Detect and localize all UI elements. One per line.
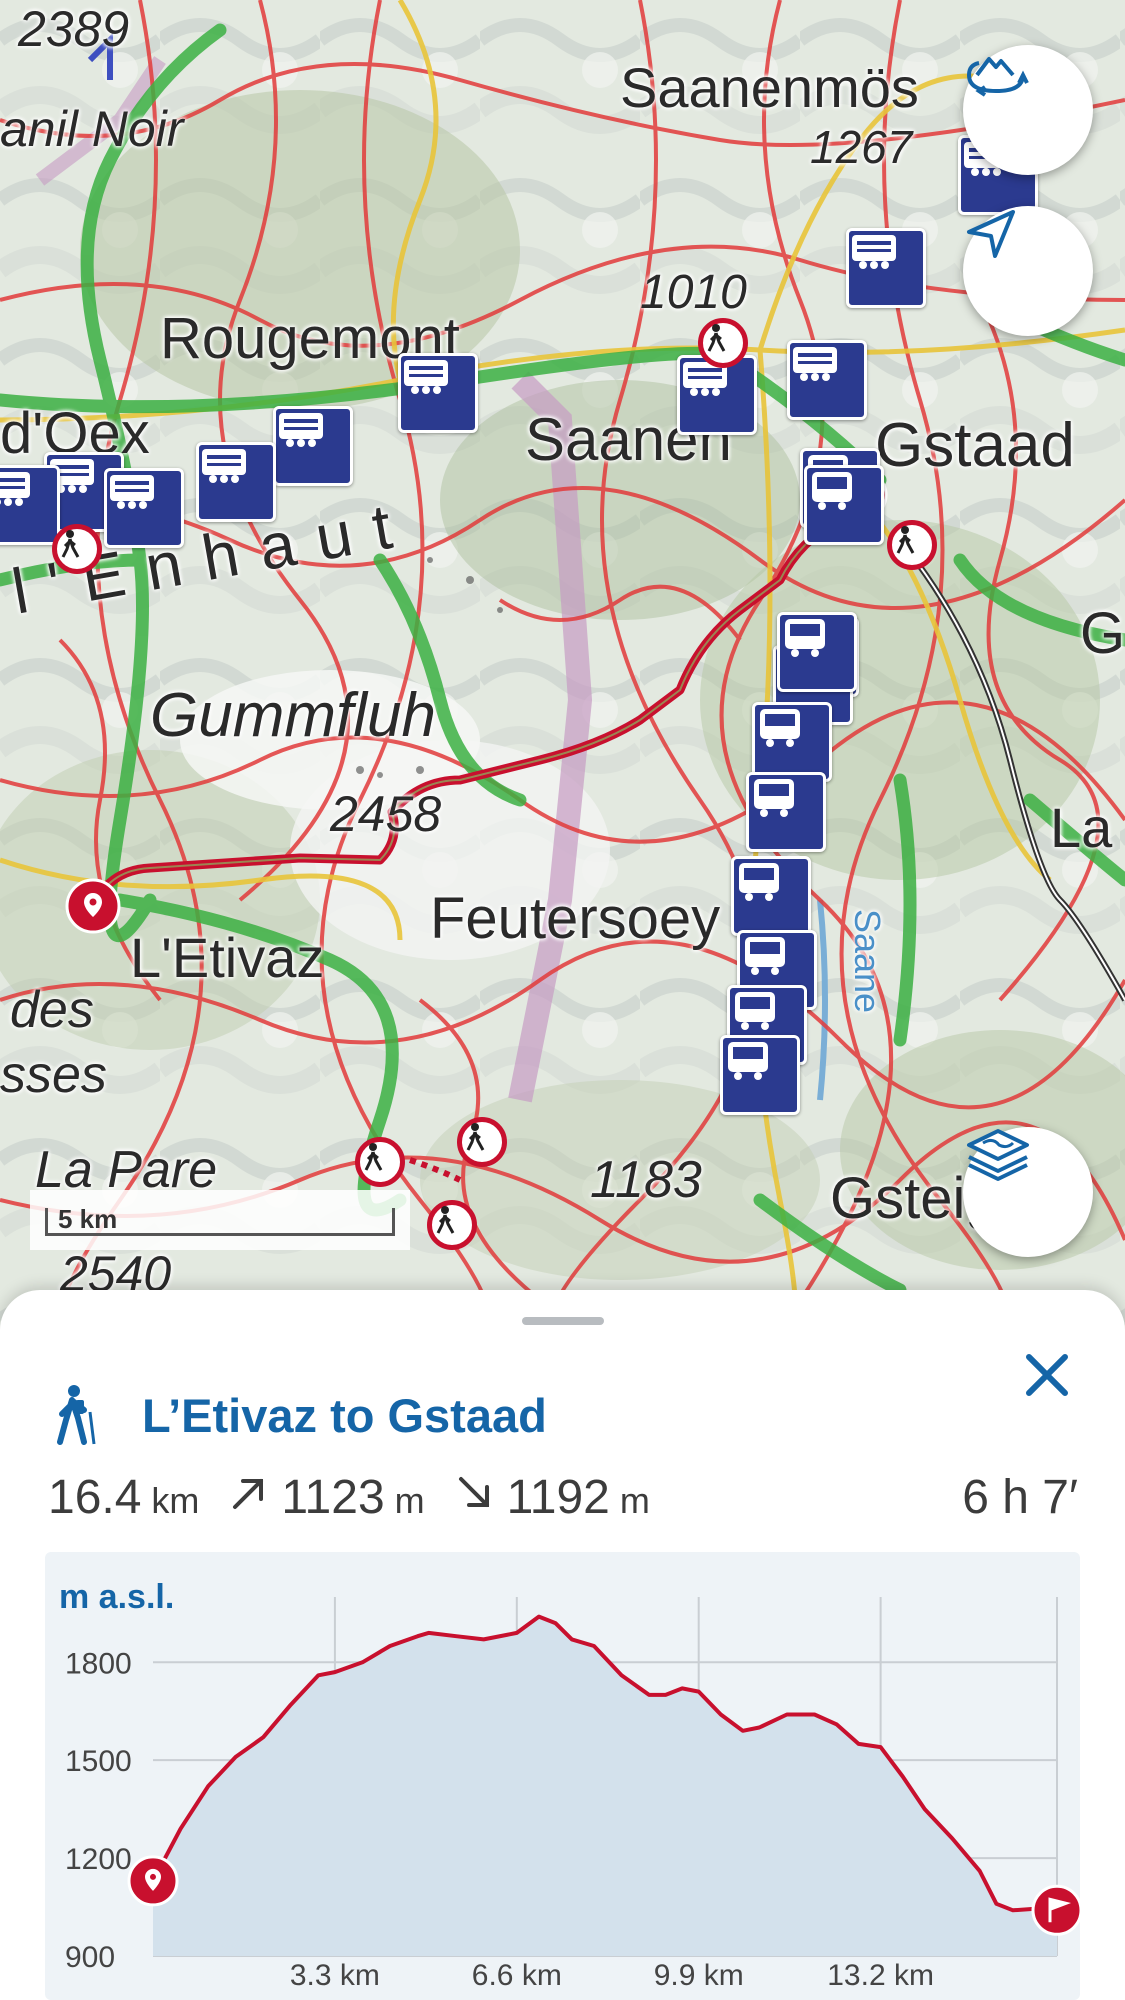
map-label-elevation: 2389	[18, 1, 130, 57]
map-label-elevation: 2458	[330, 786, 442, 842]
map-layers-icon	[967, 1129, 1029, 1181]
duration-value: 6 h 7′	[962, 1471, 1078, 1524]
train-station-icon[interactable]	[273, 406, 353, 486]
profile-end-marker	[1031, 1884, 1080, 1936]
route-header: L’Etivaz to Gstaad	[50, 1370, 547, 1460]
map-label-mountain: Gummfluh	[150, 681, 436, 750]
map-terrain	[0, 0, 1125, 1330]
close-icon	[1026, 1354, 1068, 1396]
location-arrow-icon	[967, 210, 1015, 258]
sheet-drag-handle[interactable]	[522, 1317, 604, 1325]
map-label-elevation: 1267	[810, 121, 913, 173]
map-view[interactable]: 2389 anil Noir Saanenmös 1267 1010 Rouge…	[0, 0, 1125, 1330]
x-tick-label: 6.6 km	[472, 1959, 562, 1992]
hiking-point-icon[interactable]	[427, 1200, 477, 1250]
elevation-area	[153, 1616, 1057, 1956]
distance-value: 16.4	[48, 1471, 142, 1524]
map-label-place: Saanenmös	[620, 56, 919, 119]
y-tick-label: 900	[65, 1941, 115, 1974]
map-label-place: Gstaad	[875, 411, 1075, 480]
ascent-value: 1123	[281, 1471, 385, 1524]
ascent-icon	[229, 1473, 269, 1513]
map-layers-button[interactable]	[963, 1127, 1093, 1257]
train-station-icon[interactable]	[787, 340, 867, 420]
bus-stop-icon[interactable]	[746, 772, 826, 852]
train-station-icon[interactable]	[398, 353, 478, 433]
y-axis-label: m a.s.l.	[59, 1578, 174, 1616]
map-label-river: Saane	[847, 908, 889, 1014]
locate-me-button[interactable]	[963, 206, 1093, 336]
map-label-place: des	[10, 981, 94, 1039]
scale-label: 5 km	[58, 1204, 118, 1234]
terrain-3d-button[interactable]	[963, 45, 1093, 175]
map-scale-bar: 5 km	[30, 1190, 410, 1250]
y-tick-label: 1800	[65, 1647, 132, 1680]
descent-unit: m	[619, 1480, 650, 1521]
hiking-point-icon[interactable]	[52, 524, 102, 574]
distance-unit: km	[151, 1480, 200, 1521]
map-label-place: Feutersoey	[430, 886, 721, 951]
elevation-chart[interactable]: m a.s.l. 900 1200 1500 1800 3.3 km 6.6 km 9.9 k…	[45, 1552, 1080, 2000]
hiking-point-icon[interactable]	[355, 1137, 405, 1187]
train-station-icon[interactable]	[0, 465, 60, 545]
map-label-place: L'Etivaz	[130, 926, 325, 989]
x-tick-label: 3.3 km	[290, 1959, 380, 1992]
descent-icon	[455, 1473, 495, 1513]
route-title: L’Etivaz to Gstaad	[142, 1388, 547, 1442]
bus-stop-icon[interactable]	[720, 1035, 800, 1115]
train-station-icon[interactable]	[104, 468, 184, 548]
map-label-place: sses	[0, 1046, 107, 1104]
route-stats: 16.4 km 1123 m 1192 m 6 h 7′	[48, 1470, 1078, 1530]
map-label-elevation: 1183	[590, 1151, 702, 1209]
hiking-point-icon[interactable]	[698, 318, 748, 368]
pin-icon-dot	[150, 1873, 156, 1880]
y-tick-label: 1500	[65, 1745, 132, 1778]
route-start-marker[interactable]	[65, 878, 121, 934]
bus-stop-icon[interactable]	[777, 612, 857, 692]
hiker-icon	[57, 1385, 96, 1445]
hiking-point-icon[interactable]	[887, 520, 937, 570]
bus-stop-icon[interactable]	[752, 702, 832, 782]
x-tick-label: 13.2 km	[827, 1959, 934, 1992]
y-tick-label: 1200	[65, 1843, 132, 1876]
bus-stop-icon[interactable]	[731, 856, 811, 936]
map-label-place: anil Noir	[0, 101, 184, 157]
bus-stop-icon[interactable]	[804, 465, 884, 545]
map-label-place: G	[1080, 601, 1125, 666]
train-station-icon[interactable]	[846, 228, 926, 308]
elevation-profile[interactable]: m a.s.l. 900 1200 1500 1800 3.3 km 6.6 km 9.9 k…	[45, 1552, 1080, 2000]
map-label-elevation: 1010	[640, 266, 747, 319]
3d-terrain-icon	[967, 57, 1029, 97]
close-button[interactable]	[1012, 1340, 1082, 1410]
train-station-icon[interactable]	[196, 442, 276, 522]
descent-value: 1192	[506, 1471, 610, 1524]
map-label-place: La	[1050, 796, 1113, 859]
hiking-point-icon[interactable]	[457, 1117, 507, 1167]
x-tick-label: 9.9 km	[654, 1959, 744, 1992]
route-details-sheet[interactable]: L’Etivaz to Gstaad 16.4 km 1123 m 1192 m…	[0, 1290, 1125, 2000]
ascent-unit: m	[394, 1480, 425, 1521]
